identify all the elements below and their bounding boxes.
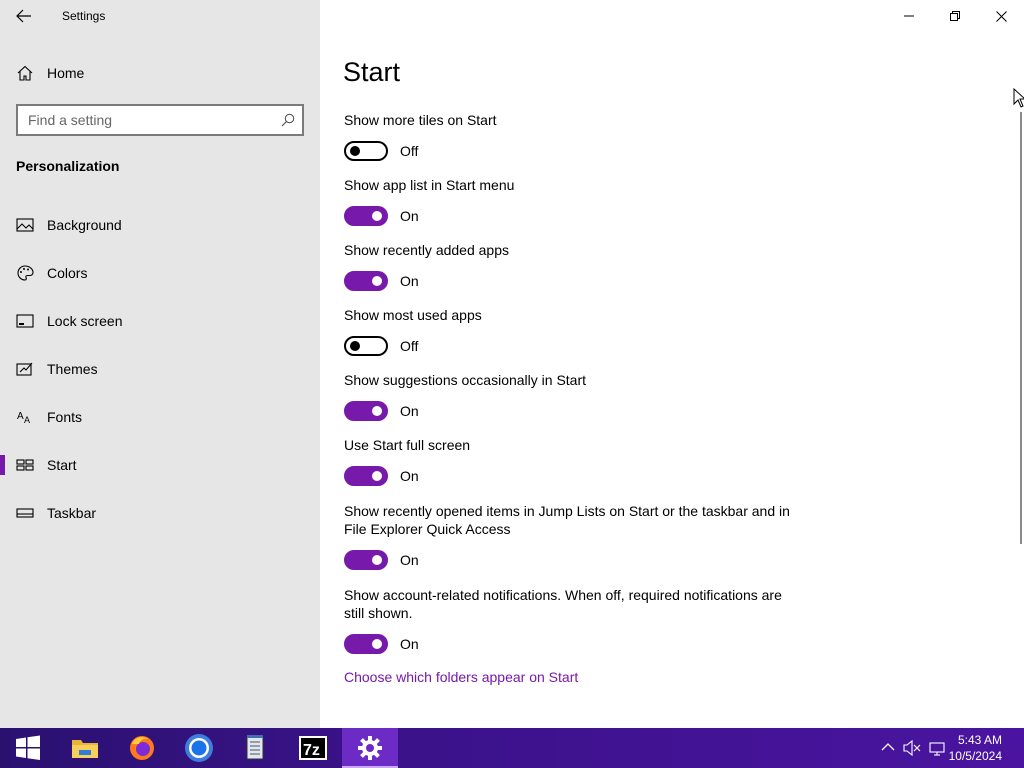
setting-label: Show most used apps [344, 307, 482, 323]
setting-label: Show app list in Start menu [344, 177, 515, 193]
themes-icon [16, 362, 33, 376]
sidebar: Settings Home Personalization Background… [0, 0, 320, 728]
taskbar-7zip[interactable]: 7z [285, 728, 341, 768]
sidebar-item-themes[interactable]: Themes [0, 349, 320, 389]
clock-date: 10/5/2024 [948, 749, 1002, 763]
lock-screen-icon [16, 314, 34, 328]
setting-label: Show suggestions occasionally in Start [344, 372, 587, 388]
sidebar-item-colors[interactable]: Colors [0, 253, 320, 293]
toggle-state: On [400, 403, 419, 419]
setting-full-screen: Use Start full screen On [344, 436, 804, 488]
sidebar-item-label: Themes [47, 361, 98, 377]
sidebar-item-label: Fonts [47, 409, 83, 425]
search-icon[interactable] [281, 113, 295, 127]
start-icon [16, 735, 40, 760]
firefox-icon [130, 736, 154, 760]
sidebar-item-lock-screen[interactable]: Lock screen [0, 301, 320, 341]
setting-account-notifications: Show account-related notifications. When… [344, 586, 804, 656]
toggle-switch[interactable] [344, 550, 388, 570]
svg-text:7z: 7z [303, 742, 320, 759]
toggle-switch[interactable] [344, 271, 388, 291]
setting-label: Use Start full screen [344, 437, 471, 453]
sidebar-item-start[interactable]: Start [0, 445, 320, 485]
taskbar-icon [16, 508, 34, 518]
back-arrow-icon [16, 9, 31, 23]
file-explorer-icon [72, 740, 98, 758]
setting-label: Show recently added apps [344, 242, 509, 258]
sidebar-item-label: Colors [47, 265, 88, 281]
taskbar-firefox[interactable] [114, 728, 170, 768]
svg-text:A: A [17, 411, 24, 422]
toggle-switch[interactable] [344, 634, 388, 654]
setting-label: Show account-related notifications. When… [344, 587, 782, 621]
sidebar-item-label: Background [47, 217, 122, 233]
toggle-state: On [400, 552, 419, 568]
home-icon [17, 65, 33, 81]
picture-icon [16, 218, 34, 232]
toggle-state: On [400, 636, 419, 652]
choose-folders-link[interactable]: Choose which folders appear on Start [344, 669, 578, 685]
settings-icon [358, 736, 382, 760]
7zip-icon: 7z [299, 736, 327, 760]
clock[interactable]: 5:43 AM 10/5/2024 [949, 732, 1002, 764]
taskbar-file-explorer[interactable] [57, 728, 113, 768]
setting-label: Show recently opened items in Jump Lists… [344, 503, 790, 537]
volume-muted-icon[interactable] [903, 740, 921, 756]
toggle-switch[interactable] [344, 141, 388, 161]
search-input[interactable] [18, 106, 278, 134]
toggle-state: On [400, 468, 419, 484]
setting-more-tiles: Show more tiles on Start Off [344, 111, 804, 163]
toggle-switch[interactable] [344, 466, 388, 486]
sidebar-item-label: Start [47, 457, 77, 473]
setting-most-used: Show most used apps Off [344, 306, 804, 358]
search-box[interactable] [16, 104, 304, 136]
sidebar-item-background[interactable]: Background [0, 205, 320, 245]
toggle-switch[interactable] [344, 336, 388, 356]
palette-icon [17, 265, 34, 281]
sidebar-item-fonts[interactable]: AA Fonts [0, 397, 320, 437]
selection-indicator [0, 455, 5, 475]
clock-time: 5:43 AM [957, 733, 1002, 747]
setting-jump-lists: Show recently opened items in Jump Lists… [344, 502, 804, 572]
sidebar-item-label: Lock screen [47, 313, 123, 329]
toggle-state: Off [400, 338, 419, 354]
show-hidden-icons-icon[interactable] [881, 742, 895, 752]
toggle-state: On [400, 208, 419, 224]
toggle-switch[interactable] [344, 206, 388, 226]
start-button[interactable] [0, 728, 56, 768]
page-title: Start [343, 57, 401, 87]
toggle-state: On [400, 273, 419, 289]
main-content: Start Show more tiles on Start Off Show … [320, 0, 1024, 728]
scrollbar[interactable] [1020, 112, 1022, 544]
mouse-cursor-icon [1013, 88, 1024, 108]
sidebar-item-home[interactable]: Home [0, 58, 320, 88]
taskbar-chrome[interactable] [171, 728, 227, 768]
setting-suggestions: Show suggestions occasionally in Start O… [344, 371, 804, 423]
toggle-state: Off [400, 143, 419, 159]
taskbar: 7z 5:43 AM 10/5/2024 [0, 728, 1024, 768]
network-icon[interactable] [929, 740, 947, 756]
setting-app-list: Show app list in Start menu On [344, 176, 804, 228]
toggle-switch[interactable] [344, 401, 388, 421]
taskbar-settings[interactable] [342, 728, 398, 768]
start-tiles-icon [16, 459, 34, 471]
notepad-icon [246, 735, 264, 760]
section-heading: Personalization [16, 158, 120, 174]
app-title: Settings [62, 9, 106, 23]
svg-text:A: A [24, 415, 30, 425]
titlebar-left: Settings [0, 0, 320, 32]
chrome-icon [185, 734, 213, 762]
sidebar-item-label: Taskbar [47, 505, 97, 521]
fonts-icon: AA [17, 411, 30, 425]
setting-recently-added: Show recently added apps On [344, 241, 804, 293]
home-label: Home [47, 65, 85, 81]
sidebar-item-taskbar[interactable]: Taskbar [0, 493, 320, 533]
setting-label: Show more tiles on Start [344, 112, 497, 128]
back-button[interactable] [8, 4, 40, 28]
taskbar-notepad[interactable] [228, 728, 284, 768]
